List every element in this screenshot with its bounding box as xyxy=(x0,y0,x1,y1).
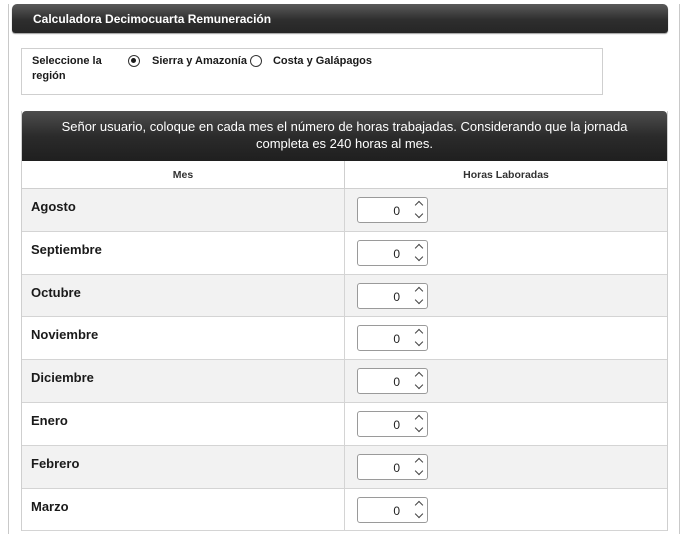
chevron-down-icon[interactable] xyxy=(414,295,424,304)
month-label: Febrero xyxy=(22,445,345,488)
month-label: Septiembre xyxy=(22,231,345,274)
hours-input[interactable]: 0 xyxy=(357,325,428,352)
chevron-up-icon[interactable] xyxy=(414,500,424,509)
radio-costa-galapagos[interactable] xyxy=(249,55,262,67)
month-label: Enero xyxy=(22,402,345,445)
month-label: Diciembre xyxy=(22,360,345,402)
month-label: Noviembre xyxy=(22,317,345,360)
hours-cell: 0 xyxy=(345,446,667,488)
spinner-buttons xyxy=(411,241,427,265)
hours-value: 0 xyxy=(393,375,400,390)
month-label: Agosto xyxy=(22,189,345,231)
hours-input[interactable]: 0 xyxy=(357,197,428,223)
table-row-febrero: Febrero 0 xyxy=(22,445,667,489)
hours-value: 0 xyxy=(393,503,400,518)
table-row-marzo: Marzo 0 xyxy=(22,488,667,532)
spinner-buttons xyxy=(411,284,427,308)
hours-input[interactable]: 0 xyxy=(357,496,428,523)
chevron-up-icon[interactable] xyxy=(414,329,424,338)
hours-value: 0 xyxy=(393,246,400,261)
chevron-up-icon[interactable] xyxy=(414,457,424,467)
chevron-down-icon[interactable] xyxy=(414,509,424,518)
column-header-mes: Mes xyxy=(22,161,345,188)
table-row-diciembre: Diciembre 0 xyxy=(22,360,667,403)
hours-cell: 0 xyxy=(345,232,667,274)
hours-cell: 0 xyxy=(345,403,667,445)
hours-input[interactable]: 0 xyxy=(357,368,428,395)
chevron-down-icon[interactable] xyxy=(414,252,424,262)
hours-value: 0 xyxy=(393,204,400,218)
table-row-enero: Enero 0 xyxy=(22,402,667,446)
panel-title: Calculadora Decimocuarta Remuneración xyxy=(12,4,668,33)
spinner-buttons xyxy=(411,198,427,222)
hours-input[interactable]: 0 xyxy=(357,282,428,309)
region-label: Seleccione la región xyxy=(32,55,102,82)
region-radio-group: Sierra y Amazonía Costa y Galápagos xyxy=(128,53,372,69)
column-header-horas: Horas Laboradas xyxy=(463,168,549,181)
chevron-up-icon[interactable] xyxy=(414,414,424,424)
hours-value: 0 xyxy=(393,332,400,347)
hours-input[interactable]: 0 xyxy=(357,410,428,437)
table-row-noviembre: Noviembre 0 xyxy=(22,317,667,361)
hours-value: 0 xyxy=(393,289,400,304)
table-row-septiembre: Septiembre 0 xyxy=(22,231,667,275)
chevron-down-icon[interactable] xyxy=(414,338,424,347)
month-label: Octubre xyxy=(22,274,345,317)
radio-sierra-amazonia-label[interactable]: Sierra y Amazonía xyxy=(152,55,247,67)
hours-cell: 0 xyxy=(345,275,667,317)
spinner-buttons xyxy=(411,455,427,479)
hours-cell: 0 xyxy=(345,360,667,402)
hours-value: 0 xyxy=(393,460,400,475)
chevron-up-icon[interactable] xyxy=(414,371,424,381)
table-row-agosto: Agosto 0 xyxy=(22,189,667,232)
radio-costa-galapagos-label[interactable]: Costa y Galápagos xyxy=(273,55,372,67)
hours-input[interactable]: 0 xyxy=(357,453,428,480)
chevron-down-icon[interactable] xyxy=(414,423,424,433)
chevron-up-icon[interactable] xyxy=(414,200,424,210)
instructions-banner: Señor usuario, coloque en cada mes el nú… xyxy=(22,111,667,161)
hours-value: 0 xyxy=(393,417,400,432)
table-header: Mes Horas Laboradas xyxy=(22,161,667,189)
chevron-down-icon[interactable] xyxy=(414,209,424,219)
hours-input[interactable]: 0 xyxy=(357,239,428,266)
hours-cell: 0 xyxy=(345,489,667,531)
chevron-down-icon[interactable] xyxy=(414,380,424,390)
spinner-buttons xyxy=(411,369,427,393)
hours-table: Señor usuario, coloque en cada mes el nú… xyxy=(21,111,668,532)
chevron-up-icon[interactable] xyxy=(414,286,424,295)
table-body: Agosto 0 Septiembre 0 Octubre 0 Noviembr… xyxy=(22,189,667,532)
chevron-down-icon[interactable] xyxy=(414,466,424,476)
spinner-buttons xyxy=(411,412,427,436)
table-row-octubre: Octubre 0 xyxy=(22,274,667,318)
spinner-buttons xyxy=(411,326,427,350)
chevron-up-icon[interactable] xyxy=(414,243,424,253)
hours-cell: 0 xyxy=(345,189,667,231)
spinner-buttons xyxy=(411,498,427,522)
hours-cell: 0 xyxy=(345,317,667,359)
radio-sierra-amazonia[interactable] xyxy=(128,55,140,67)
region-selector: Seleccione la región Sierra y Amazonía C… xyxy=(21,48,603,95)
month-label: Marzo xyxy=(22,488,345,531)
